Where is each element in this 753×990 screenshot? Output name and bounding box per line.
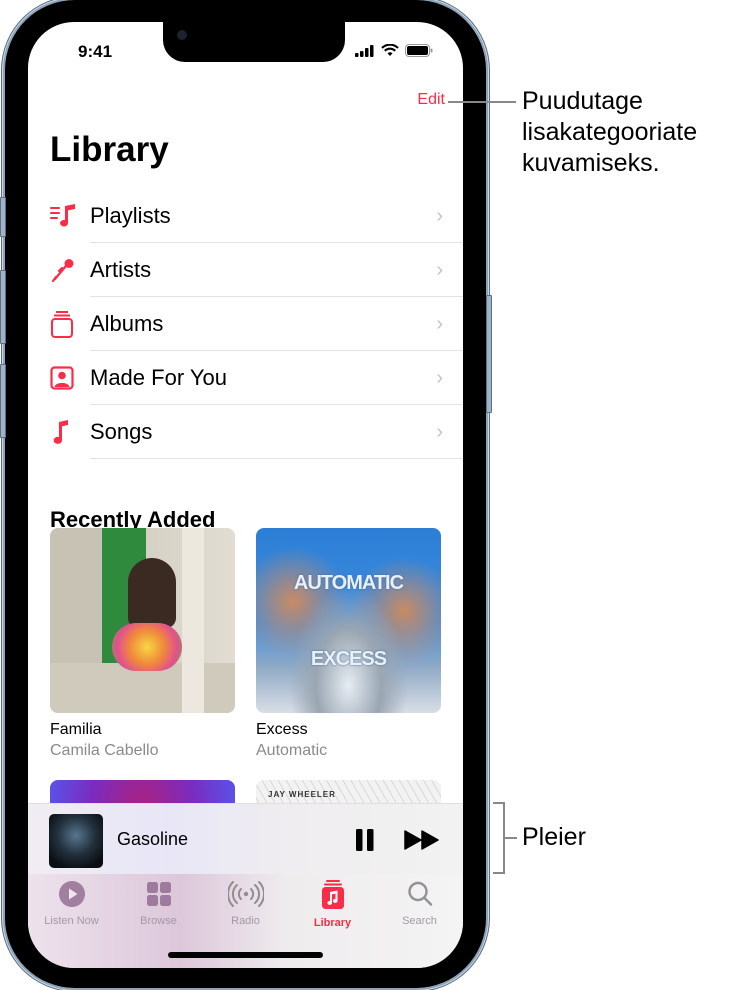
status-time: 9:41 [78,42,113,61]
album-art-text: EXCESS [310,648,387,670]
album-art: AUTOMATIC EXCESS [256,528,441,713]
library-item-label: Albums [90,311,164,336]
chevron-right-icon: › [436,204,443,227]
library-item-albums[interactable]: Albums › [50,297,463,351]
library-item-label: Songs [90,419,153,444]
now-playing-title: Gasoline [117,829,189,849]
wifi-icon [381,44,399,56]
library-icon [321,880,344,909]
mini-player[interactable]: Gasoline [28,803,463,875]
callout-bracket [493,872,505,874]
divider [90,458,463,459]
cellular-signal-icon [355,44,374,57]
radio-waves-icon [226,881,265,907]
home-indicator[interactable] [168,952,323,958]
album-art [50,528,235,713]
notch [163,22,345,62]
album-art-text: AUTOMATIC [293,572,404,594]
now-playing-artwork [49,814,103,868]
volume-down-button [0,364,6,438]
album-artist: Automatic [256,742,328,759]
page-title: Library [50,130,169,169]
music-note-icon [50,419,82,445]
status-icons [355,44,433,57]
edit-button[interactable]: Edit [417,91,445,109]
library-category-list: Playlists › Artists › Albums › Made For … [50,189,463,459]
tab-listen-now[interactable]: Listen Now [28,880,115,927]
volume-up-button [0,270,6,344]
edit-callout: Puudutage lisakategooriate kuvamiseks. [522,86,697,179]
side-button [486,295,492,413]
front-camera [177,30,187,40]
player-callout: Pleier [522,823,586,851]
tab-radio[interactable]: Radio [202,880,289,927]
tab-label: Library [313,917,352,929]
pause-icon[interactable] [354,828,376,852]
tab-label: Search [402,915,437,927]
chevron-right-icon: › [436,312,443,335]
microphone-icon [50,257,82,283]
library-item-made-for-you[interactable]: Made For You › [50,351,463,405]
tab-browse[interactable]: Browse [115,880,202,927]
album-art-text: JAY WHEELER [268,790,336,799]
library-item-label: Artists [90,257,152,282]
skip-forward-icon[interactable] [404,830,440,850]
chevron-right-icon: › [436,366,443,389]
battery-icon [405,44,433,57]
library-item-label: Made For You [90,365,227,390]
tab-label: Radio [231,915,260,927]
tab-search[interactable]: Search [376,880,463,927]
playlists-icon [50,204,82,228]
tab-bar: Listen Now Browse Radio Library Search [28,874,463,968]
callout-text: kuvamiseks. [522,149,660,177]
search-icon [407,881,432,906]
chevron-right-icon: › [436,420,443,443]
album-card-excess[interactable]: AUTOMATIC EXCESS Excess Automatic [256,528,441,760]
library-item-label: Playlists [90,203,171,228]
library-item-playlists[interactable]: Playlists › [50,189,463,243]
chevron-right-icon: › [436,258,443,281]
tab-label: Listen Now [44,915,99,927]
callout-text: Puudutage [522,87,643,115]
album-title: Excess [256,721,308,738]
album-artist: Camila Cabello [50,742,159,759]
phone-screen: 9:41 Edit Library Playlists › Artists › … [28,22,463,968]
albums-icon [50,310,82,338]
person-square-icon [50,366,82,390]
tab-label: Browse [140,915,177,927]
mute-switch [0,197,6,237]
callout-bracket [505,837,517,839]
tab-library[interactable]: Library [289,880,376,929]
callout-line-edit [448,101,516,103]
album-card-familia[interactable]: Familia Camila Cabello [50,528,235,760]
album-title: Familia [50,721,102,738]
library-item-songs[interactable]: Songs › [50,405,463,459]
play-circle-icon [58,881,85,907]
grid-icon [146,882,171,906]
library-item-artists[interactable]: Artists › [50,243,463,297]
callout-text: lisakategooriate [522,118,698,146]
